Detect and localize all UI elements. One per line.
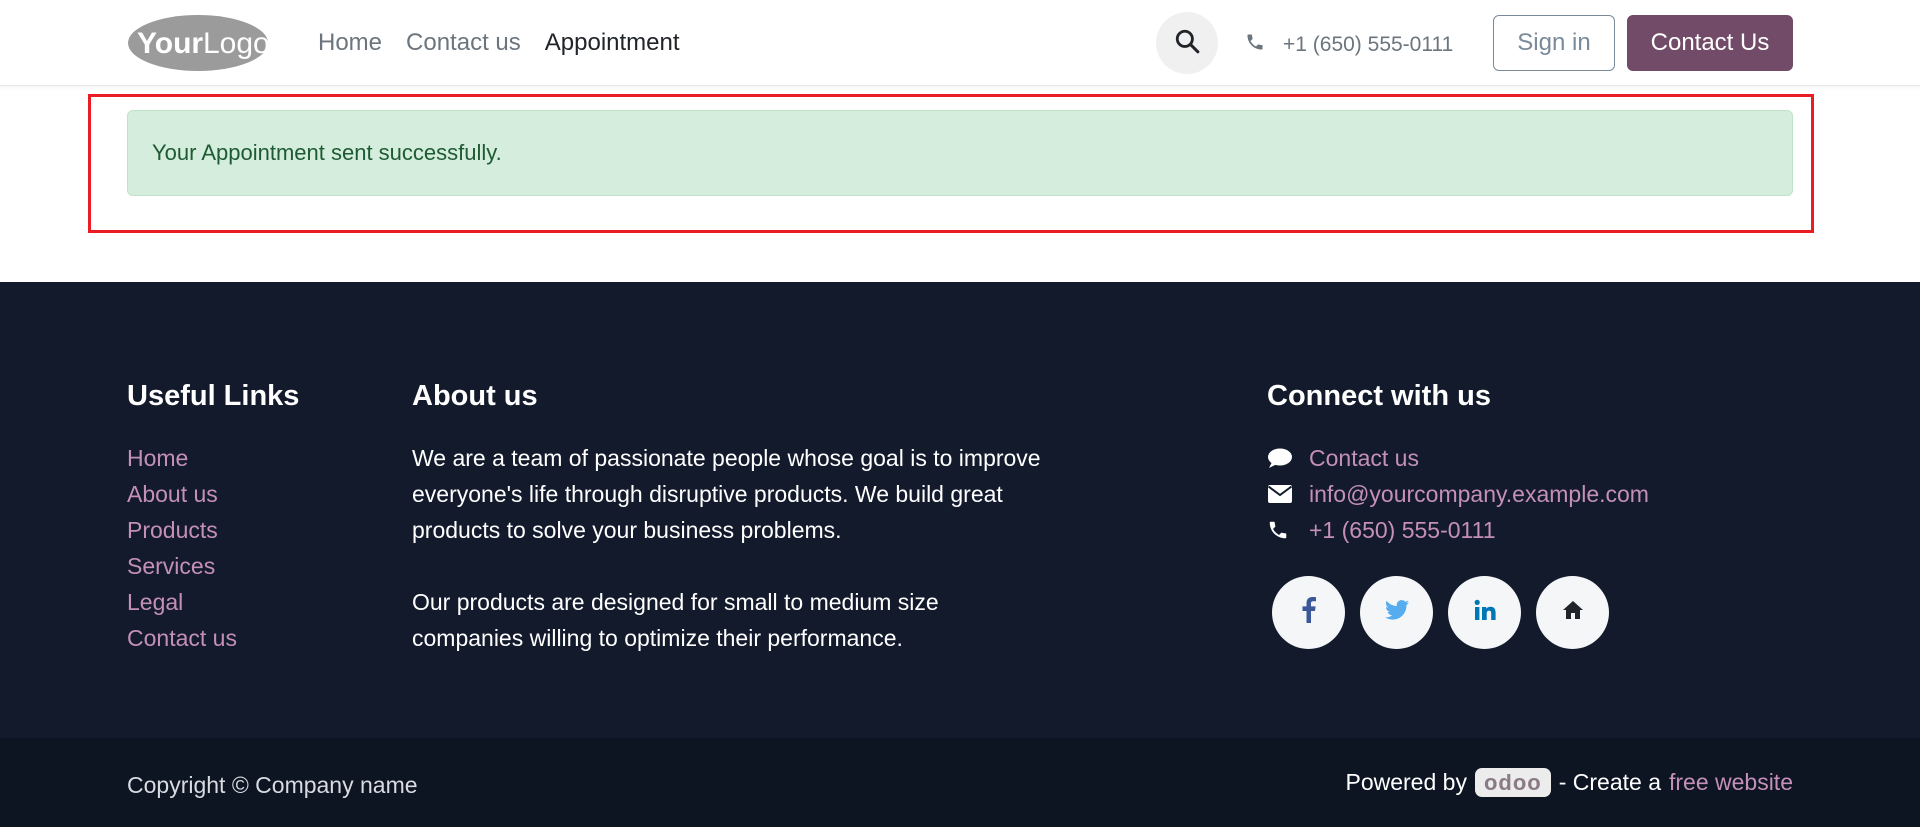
- free-website-link[interactable]: free website: [1669, 769, 1793, 796]
- facebook-button[interactable]: [1272, 576, 1345, 649]
- footer-link-about-us[interactable]: About us: [127, 476, 237, 512]
- footer-link-services[interactable]: Services: [127, 548, 237, 584]
- about-us-text: We are a team of passionate people whose…: [412, 440, 1112, 656]
- facebook-icon: [1302, 597, 1316, 628]
- footer-link-home[interactable]: Home: [127, 440, 237, 476]
- header-phone-text: +1 (650) 555-0111: [1283, 32, 1454, 56]
- connect-list: Contact us info@yourcompany.example.com …: [1267, 440, 1649, 548]
- nav-appointment[interactable]: Appointment: [545, 29, 680, 57]
- connect-email-link[interactable]: info@yourcompany.example.com: [1309, 476, 1649, 512]
- useful-links-title: Useful Links: [127, 380, 300, 412]
- linkedin-button[interactable]: [1448, 576, 1521, 649]
- connect-phone-link[interactable]: +1 (650) 555-0111: [1309, 512, 1495, 548]
- footer-link-legal[interactable]: Legal: [127, 584, 237, 620]
- success-alert: Your Appointment sent successfully.: [127, 110, 1793, 196]
- connect-title: Connect with us: [1267, 380, 1491, 412]
- copyright-text: Copyright © Company name: [127, 772, 418, 798]
- alert-message: Your Appointment sent successfully.: [152, 140, 502, 165]
- about-paragraph-1: We are a team of passionate people whose…: [412, 445, 1041, 543]
- header-phone[interactable]: +1 (650) 555-0111: [1245, 32, 1453, 57]
- sign-in-button[interactable]: Sign in: [1493, 15, 1615, 71]
- nav-contact-us[interactable]: Contact us: [406, 29, 521, 57]
- search-button[interactable]: [1156, 12, 1218, 74]
- home-button[interactable]: [1536, 576, 1609, 649]
- contact-us-button[interactable]: Contact Us: [1627, 15, 1793, 71]
- twitter-button[interactable]: [1360, 576, 1433, 649]
- search-icon: [1174, 28, 1200, 59]
- about-us-title: About us: [412, 380, 538, 412]
- powered-by-label: Powered by: [1345, 769, 1467, 795]
- connect-email-row[interactable]: info@yourcompany.example.com: [1267, 476, 1649, 512]
- about-paragraph-2: Our products are designed for small to m…: [412, 589, 939, 651]
- comment-icon: [1267, 447, 1309, 469]
- site-logo[interactable]: Your Logo: [127, 13, 270, 73]
- nav-home[interactable]: Home: [318, 29, 382, 57]
- envelope-icon: [1267, 484, 1309, 504]
- site-header: Your Logo Home Contact us Appointment +1…: [0, 0, 1920, 86]
- logo-text-your: Your: [137, 27, 203, 60]
- connect-contact-row[interactable]: Contact us: [1267, 440, 1649, 476]
- odoo-logo[interactable]: odoo: [1474, 768, 1551, 797]
- phone-icon: [1245, 32, 1265, 57]
- connect-contact-link[interactable]: Contact us: [1309, 440, 1419, 476]
- phone-icon: [1267, 519, 1309, 541]
- footer-link-products[interactable]: Products: [127, 512, 237, 548]
- linkedin-icon: [1474, 599, 1496, 626]
- connect-phone-row[interactable]: +1 (650) 555-0111: [1267, 512, 1649, 548]
- odoo-logo-text: odoo: [1483, 769, 1542, 795]
- home-icon: [1562, 600, 1584, 625]
- logo-text-logo: Logo: [203, 27, 270, 60]
- main-nav: Home Contact us Appointment: [318, 29, 704, 57]
- twitter-icon: [1384, 600, 1409, 625]
- powered-by: Powered by odoo - Create a free website: [1345, 768, 1793, 797]
- footer-link-contact-us[interactable]: Contact us: [127, 620, 237, 656]
- useful-links-list: Home About us Products Services Legal Co…: [127, 440, 237, 656]
- create-label: - Create a: [1558, 769, 1661, 795]
